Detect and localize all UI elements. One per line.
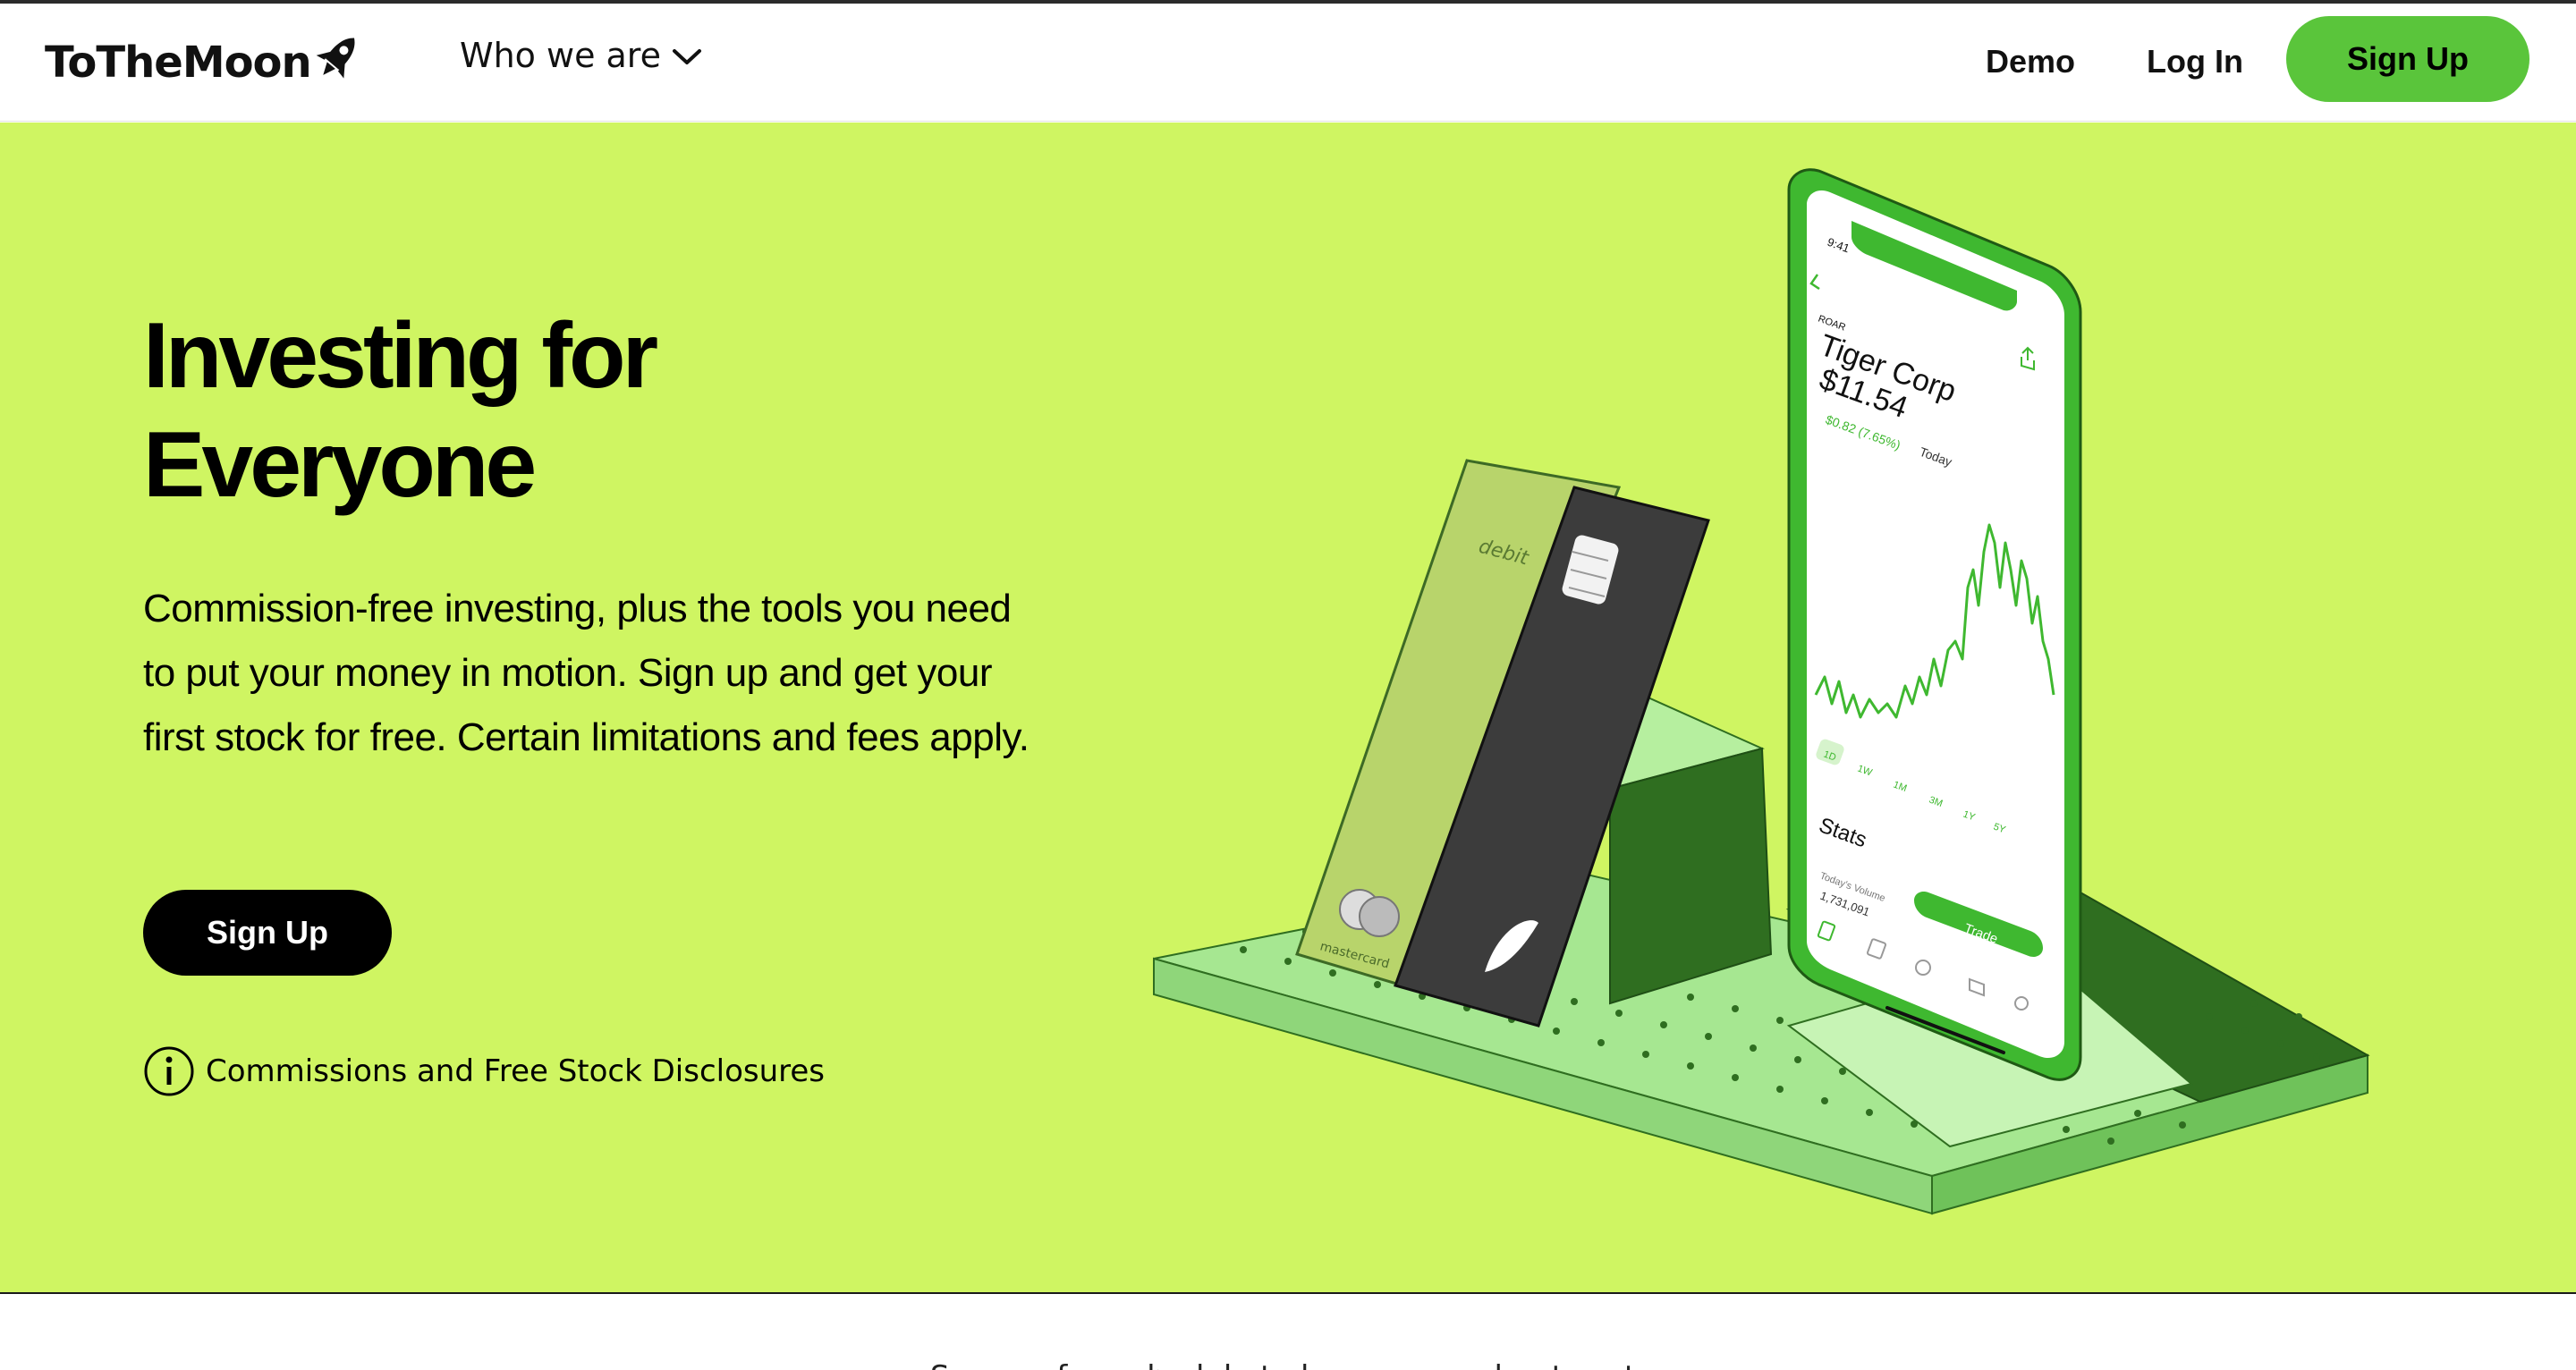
- who-we-are-menu[interactable]: Who we are: [460, 36, 702, 75]
- smartphone: 9:41 ROAR Tiger Corp $11.54 $0.82 (7.65%…: [1787, 168, 2082, 1081]
- hero-description: Commission-free investing, plus the tool…: [143, 587, 1030, 759]
- below-hero-section: See our fee schedule to learn more about…: [0, 1295, 2576, 1370]
- hero-signup-button[interactable]: Sign Up: [143, 890, 392, 976]
- nav-signup-button[interactable]: Sign Up: [2286, 16, 2529, 102]
- top-navbar: ToTheMoon Who we are Demo Log In Sign Up: [0, 4, 2576, 122]
- brand-name: ToTheMoon: [45, 38, 312, 88]
- who-we-are-label: Who we are: [460, 36, 661, 75]
- brand-logo[interactable]: ToTheMoon: [45, 38, 363, 88]
- hero-title-line1: Investing for: [143, 304, 658, 408]
- fee-schedule-note: See our fee schedule to learn more about…: [0, 1359, 2576, 1370]
- chevron-down-icon: [672, 49, 701, 64]
- hero-title-line2: Everyone: [143, 413, 537, 517]
- disclosures-label: Commissions and Free Stock Disclosures: [206, 1053, 826, 1089]
- hero-title: Investing for Everyone: [143, 301, 948, 520]
- info-icon: [144, 1046, 194, 1096]
- rocket-icon: [316, 38, 355, 79]
- disclosures-link[interactable]: Commissions and Free Stock Disclosures: [143, 1045, 825, 1097]
- login-link[interactable]: Log In: [2147, 43, 2243, 80]
- hero-illustration: debit mastercard 9:41 ROAR Tiger Corp $1…: [1153, 168, 2370, 1215]
- demo-link[interactable]: Demo: [1986, 43, 2075, 80]
- hero-section: Investing for Everyone Commission-free i…: [0, 123, 2576, 1294]
